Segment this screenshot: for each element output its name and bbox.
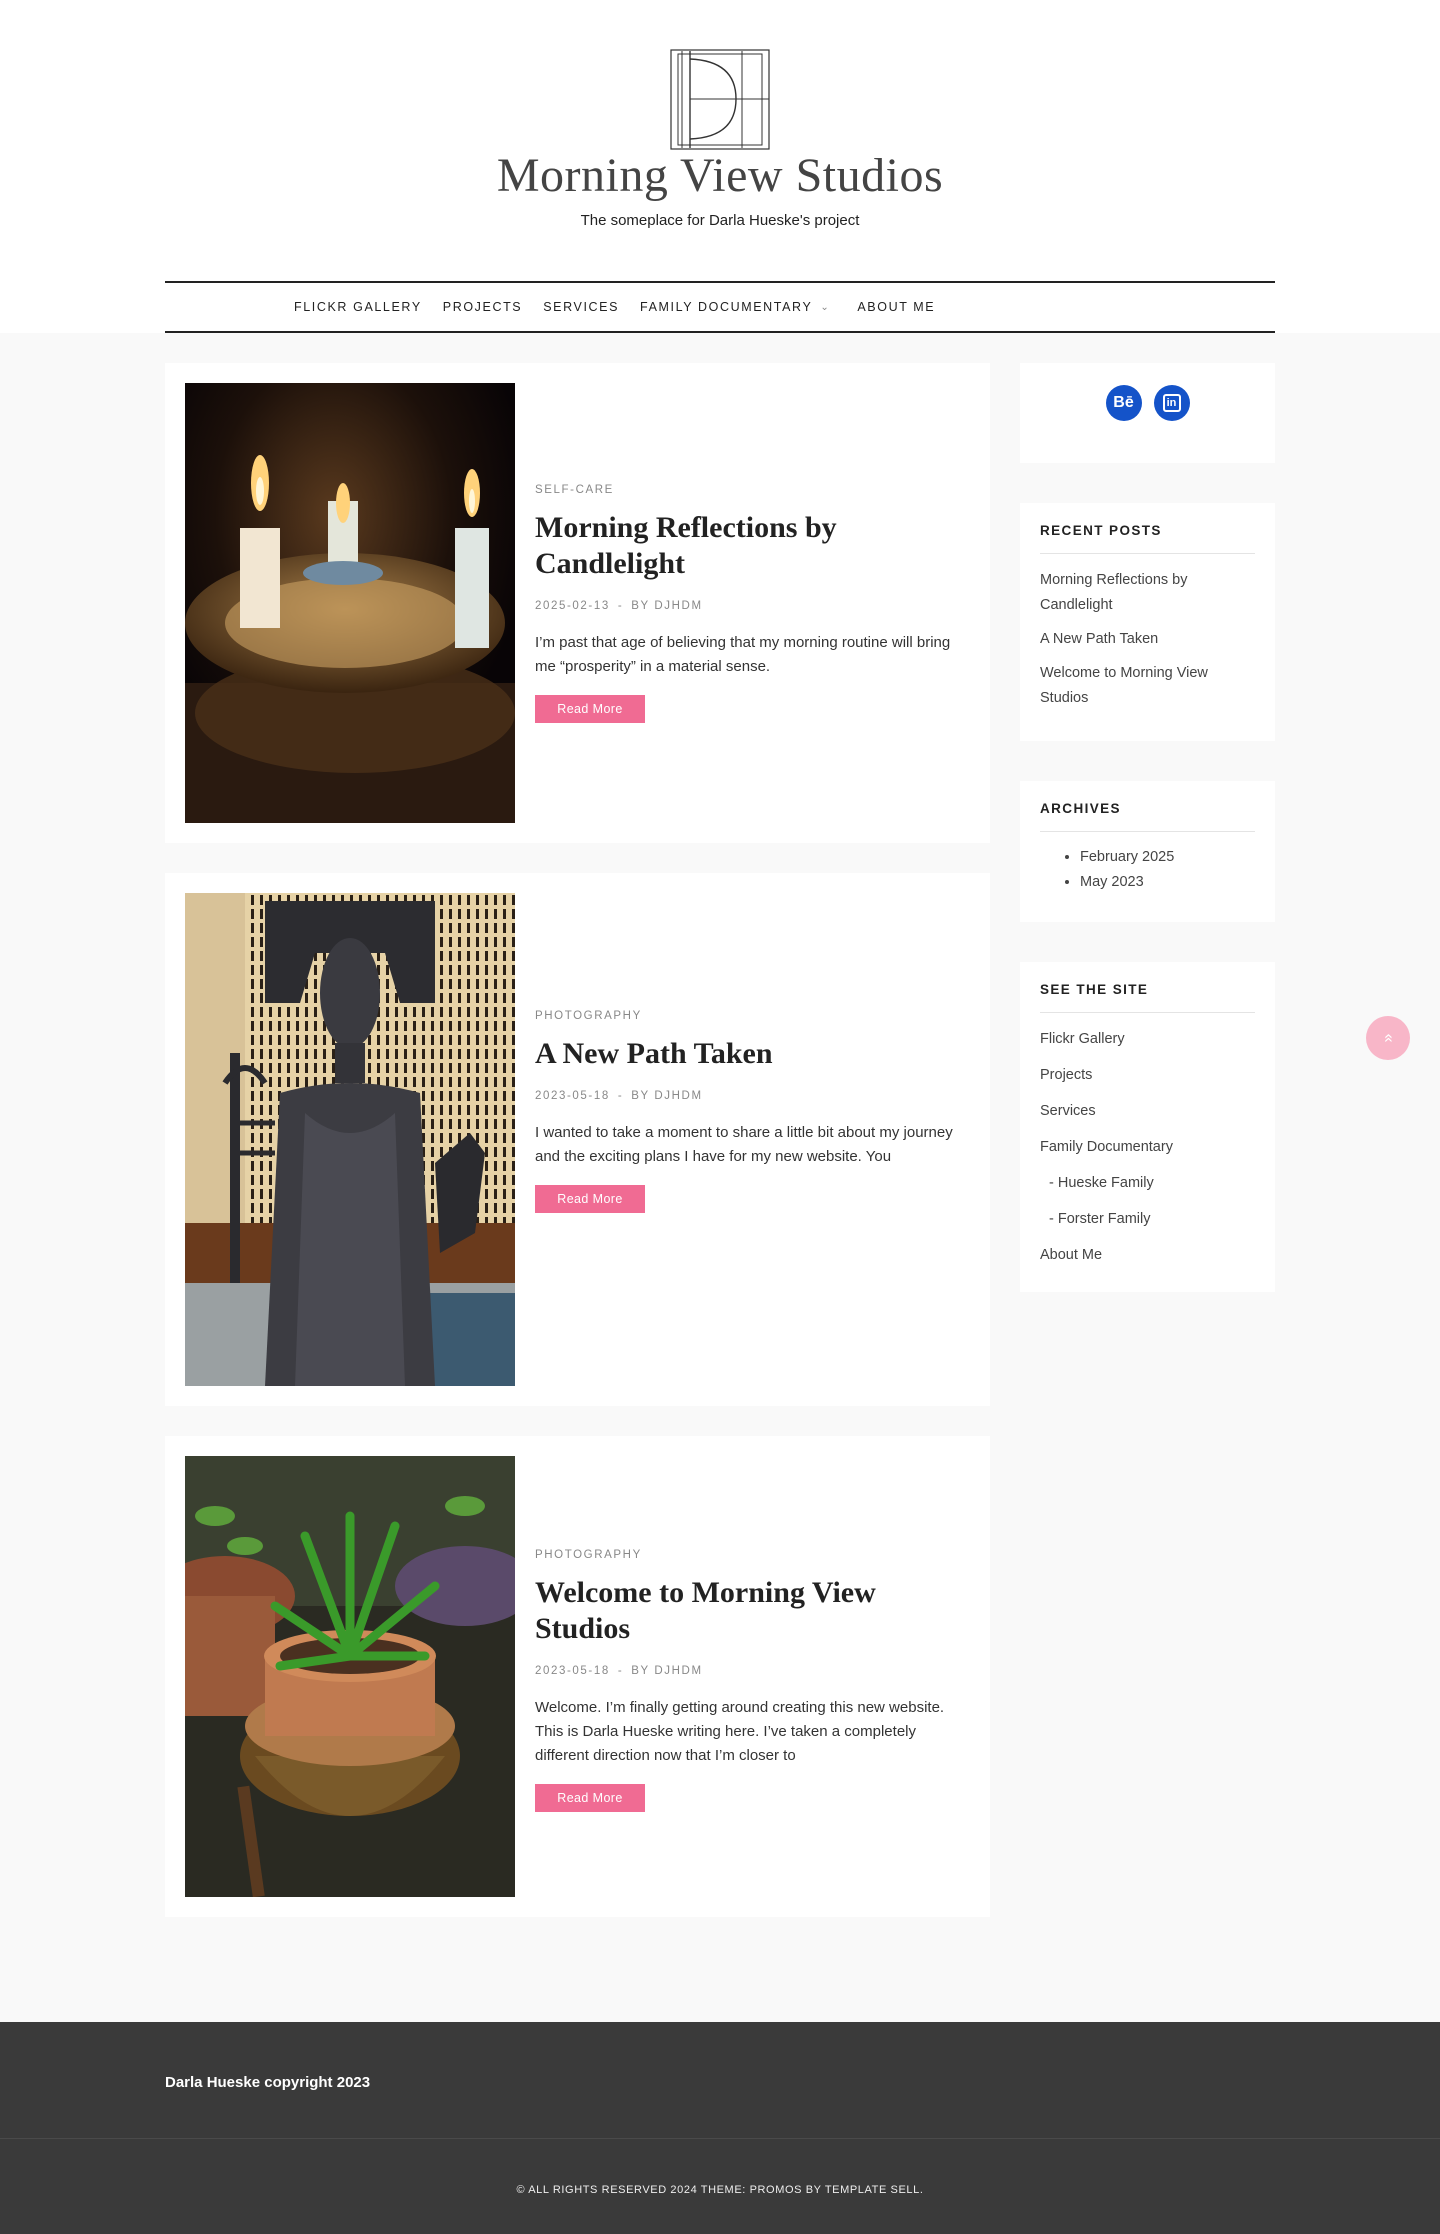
- site-link-services[interactable]: Services: [1040, 1099, 1255, 1124]
- site-tagline: The someplace for Darla Hueske's project: [580, 212, 860, 229]
- linkedin-glyph: in: [1162, 394, 1181, 412]
- main-nav: FLICKR GALLERY PROJECTS SERVICES FAMILY …: [165, 281, 1275, 333]
- site-link-forster-family[interactable]: - Forster Family: [1040, 1207, 1255, 1232]
- post-content: PHOTOGRAPHY A New Path Taken 2023-05-18-…: [535, 1010, 965, 1213]
- archive-link[interactable]: February 2025: [1080, 845, 1255, 870]
- post-author[interactable]: BY DJHDM: [631, 1665, 702, 1677]
- archive-link[interactable]: May 2023: [1080, 870, 1255, 895]
- post-title[interactable]: Welcome to Morning View Studios: [535, 1575, 965, 1647]
- widget-divider: [1040, 1012, 1255, 1013]
- nav-item-family-documentary[interactable]: FAMILY DOCUMENTARY ⌄: [640, 300, 830, 314]
- recent-post-link[interactable]: A New Path Taken: [1040, 627, 1255, 652]
- site-logo-icon[interactable]: [670, 49, 770, 150]
- widget-title: RECENT POSTS: [1040, 523, 1162, 538]
- widget-divider: [1040, 553, 1255, 554]
- site-title[interactable]: Morning View Studios: [0, 148, 1440, 203]
- page: Morning View Studios The someplace for D…: [0, 0, 1440, 2234]
- nav-item-family-documentary-label: FAMILY DOCUMENTARY: [640, 300, 813, 314]
- behance-icon[interactable]: Bē: [1105, 385, 1142, 421]
- footer-credit: © ALL RIGHTS RESERVED 2024 THEME: PROMOS…: [516, 2184, 924, 2196]
- post-category[interactable]: SELF-CARE: [535, 484, 965, 496]
- site-header: Morning View Studios The someplace for D…: [0, 0, 1440, 333]
- post-content: SELF-CARE Morning Reflections by Candlel…: [535, 484, 965, 723]
- scroll-to-top-button[interactable]: »: [1366, 1016, 1410, 1060]
- post-meta: 2023-05-18- BY DJHDM: [535, 1665, 965, 1677]
- post-thumbnail-plant[interactable]: [185, 1456, 515, 1897]
- footer-divider: [0, 2138, 1440, 2139]
- double-chevron-up-icon: »: [1379, 1033, 1396, 1043]
- post-meta: 2023-05-18- BY DJHDM: [535, 1090, 965, 1102]
- read-more-button[interactable]: Read More: [535, 695, 645, 723]
- site-link-family-documentary[interactable]: Family Documentary: [1040, 1135, 1255, 1160]
- read-more-button[interactable]: Read More: [535, 1784, 645, 1812]
- nav-item-about-me[interactable]: ABOUT ME: [857, 300, 935, 314]
- post-card: SELF-CARE Morning Reflections by Candlel…: [165, 363, 990, 843]
- nav-item-services[interactable]: SERVICES: [543, 300, 619, 314]
- post-excerpt: I wanted to take a moment to share a lit…: [535, 1124, 953, 1165]
- post-excerpt: I’m past that age of believing that my m…: [535, 634, 951, 675]
- post-card: PHOTOGRAPHY A New Path Taken 2023-05-18-…: [165, 873, 990, 1406]
- post-author[interactable]: BY DJHDM: [631, 1090, 702, 1102]
- nav-item-projects[interactable]: PROJECTS: [443, 300, 522, 314]
- archives-widget: ARCHIVES February 2025 May 2023: [1020, 781, 1275, 922]
- chevron-down-icon[interactable]: ⌄: [820, 302, 830, 313]
- post-content: PHOTOGRAPHY Welcome to Morning View Stud…: [535, 1549, 965, 1812]
- nav-item-flickr-gallery[interactable]: FLICKR GALLERY: [294, 300, 422, 314]
- post-category[interactable]: PHOTOGRAPHY: [535, 1010, 965, 1022]
- recent-posts-widget: RECENT POSTS Morning Reflections by Cand…: [1020, 503, 1275, 741]
- footer-copyright: Darla Hueske copyright 2023: [165, 2074, 371, 2091]
- post-date[interactable]: 2025-02-13: [535, 600, 610, 612]
- post-card: PHOTOGRAPHY Welcome to Morning View Stud…: [165, 1436, 990, 1917]
- widget-divider: [1040, 831, 1255, 832]
- site-link-projects[interactable]: Projects: [1040, 1063, 1255, 1088]
- recent-post-link[interactable]: Morning Reflections by Candlelight: [1040, 568, 1255, 618]
- post-category[interactable]: PHOTOGRAPHY: [535, 1549, 965, 1561]
- meta-separator: -: [617, 1090, 624, 1102]
- post-thumbnail-statue[interactable]: [185, 893, 515, 1386]
- site-link-flickr-gallery[interactable]: Flickr Gallery: [1040, 1027, 1255, 1052]
- widget-title: ARCHIVES: [1040, 801, 1121, 816]
- post-title[interactable]: A New Path Taken: [535, 1036, 965, 1072]
- site-link-hueske-family[interactable]: - Hueske Family: [1040, 1171, 1255, 1196]
- linkedin-icon[interactable]: in: [1153, 385, 1190, 421]
- post-meta: 2025-02-13- BY DJHDM: [535, 600, 965, 612]
- meta-separator: -: [617, 1665, 624, 1677]
- read-more-button[interactable]: Read More: [535, 1185, 645, 1213]
- social-widget: Bē in: [1020, 363, 1275, 463]
- post-title[interactable]: Morning Reflections by Candlelight: [535, 510, 965, 582]
- post-excerpt: Welcome. I’m finally getting around crea…: [535, 1699, 945, 1764]
- post-thumbnail-candles[interactable]: [185, 383, 515, 823]
- site-link-about-me[interactable]: About Me: [1040, 1243, 1255, 1268]
- post-date[interactable]: 2023-05-18: [535, 1090, 610, 1102]
- post-author[interactable]: BY DJHDM: [631, 600, 702, 612]
- site-footer: Darla Hueske copyright 2023 © ALL RIGHTS…: [0, 2022, 1440, 2234]
- recent-post-link[interactable]: Welcome to Morning View Studios: [1040, 661, 1255, 711]
- post-date[interactable]: 2023-05-18: [535, 1665, 610, 1677]
- see-the-site-widget: SEE THE SITE Flickr Gallery Projects Ser…: [1020, 962, 1275, 1292]
- meta-separator: -: [617, 600, 624, 612]
- widget-title: SEE THE SITE: [1040, 982, 1149, 997]
